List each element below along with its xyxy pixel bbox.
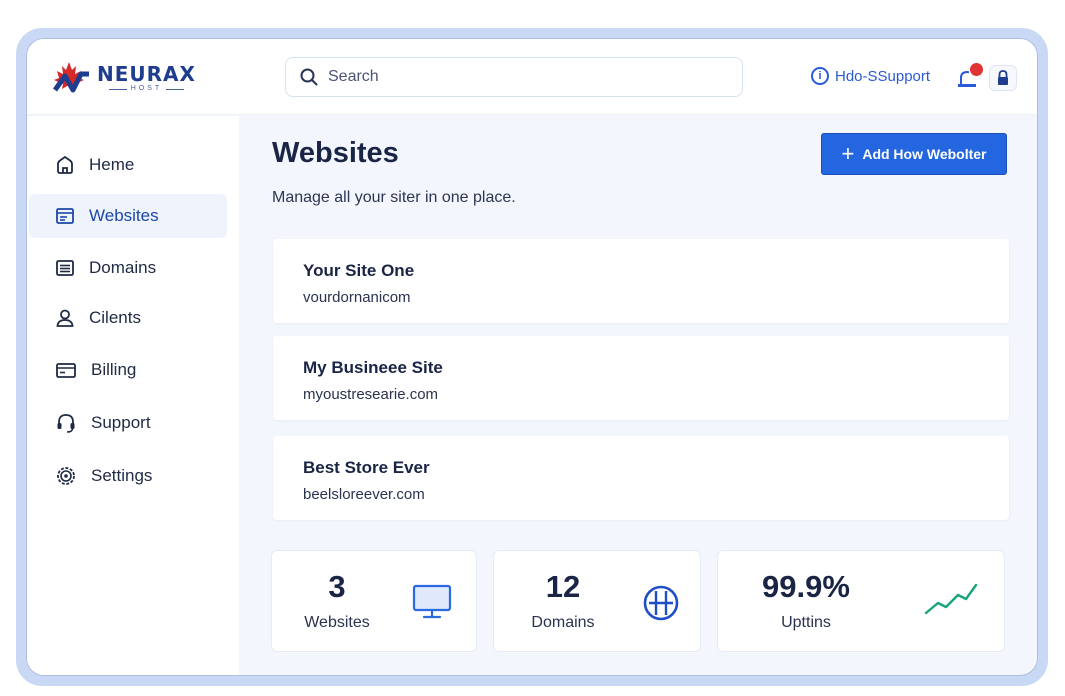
notification-dot (970, 63, 983, 76)
website-domain: vourdornanicom (303, 289, 411, 306)
website-card[interactable]: Your Site One vourdornanicom (273, 239, 1009, 323)
add-website-button[interactable]: + Add How Webolter (821, 133, 1007, 175)
sidebar-item-billing[interactable]: Billing (29, 348, 227, 392)
domains-icon (56, 260, 74, 276)
sidebar: Heme Websites Domains Cilents Billing Su… (27, 116, 239, 675)
headset-icon (57, 414, 75, 433)
sidebar-item-label: Support (91, 413, 151, 432)
monitor-icon (412, 584, 452, 619)
website-card[interactable]: My Busineee Site myoustresearie.com (273, 336, 1009, 420)
stat-label: Websites (304, 614, 370, 631)
search-box[interactable] (285, 57, 743, 97)
info-icon: i (811, 67, 829, 85)
network-icon (643, 585, 679, 621)
user-icon (56, 309, 74, 327)
stat-value: 12 (545, 569, 581, 604)
sidebar-item-label: Websites (89, 206, 159, 225)
top-bar: NEURAX HOST i Hdo-SSupport (27, 39, 1037, 115)
support-link[interactable]: i Hdo-SSupport (811, 67, 930, 85)
website-domain: beelsloreever.com (303, 486, 425, 503)
sidebar-item-label: Cilents (89, 308, 141, 327)
search-input[interactable] (328, 68, 708, 86)
brand-name: NEURAX (97, 62, 196, 86)
page-title: Websites (272, 137, 399, 169)
stat-card-websites: 3 Websites (271, 550, 477, 652)
lock-button[interactable] (989, 65, 1017, 91)
search-icon (300, 68, 318, 86)
sidebar-item-settings[interactable]: Settings (29, 454, 227, 498)
sidebar-item-websites[interactable]: Websites (29, 194, 227, 238)
sidebar-item-domains[interactable]: Domains (29, 246, 227, 290)
billing-icon (56, 363, 76, 378)
sidebar-item-label: Settings (91, 466, 153, 485)
app-window: NEURAX HOST i Hdo-SSupport (26, 38, 1038, 676)
trend-line-icon (924, 583, 978, 615)
brand-logo[interactable]: NEURAX HOST (51, 59, 196, 99)
gear-icon (57, 467, 75, 485)
stat-card-uptime: 99.9% Upttins (717, 550, 1005, 652)
stat-value: 3 (328, 569, 346, 604)
sidebar-item-label: Heme (89, 155, 135, 174)
website-card[interactable]: Best Store Ever beelsloreever.com (273, 436, 1009, 520)
add-website-label: Add How Webolter (862, 146, 987, 162)
maple-leaf-logo-icon (52, 62, 89, 93)
sidebar-item-clients[interactable]: Cilents (29, 296, 227, 340)
lock-icon (998, 70, 1008, 85)
home-icon (57, 155, 73, 174)
brand-sub-text: HOST (130, 85, 163, 92)
website-domain: myoustresearie.com (303, 386, 439, 403)
brand-subtitle: HOST (108, 84, 185, 94)
stat-card-domains: 12 Domains (493, 550, 701, 652)
sidebar-item-support[interactable]: Support (29, 401, 227, 445)
sidebar-item-label: Domains (89, 258, 157, 277)
stat-label: Upttins (781, 614, 831, 631)
website-name: My Busineee Site (303, 358, 443, 377)
app-frame: NEURAX HOST i Hdo-SSupport (16, 28, 1048, 686)
stat-label: Domains (531, 614, 595, 631)
plus-icon: + (841, 141, 855, 166)
notifications-button[interactable] (955, 63, 983, 90)
websites-icon (56, 208, 74, 224)
stat-value: 99.9% (762, 569, 850, 604)
sidebar-item-label: Billing (91, 360, 137, 379)
page-subtitle: Manage all your siter in one place. (272, 189, 516, 206)
website-name: Best Store Ever (303, 458, 430, 477)
sidebar-item-home[interactable]: Heme (29, 143, 227, 187)
website-name: Your Site One (303, 261, 415, 280)
support-link-label: Hdo-SSupport (835, 67, 931, 85)
